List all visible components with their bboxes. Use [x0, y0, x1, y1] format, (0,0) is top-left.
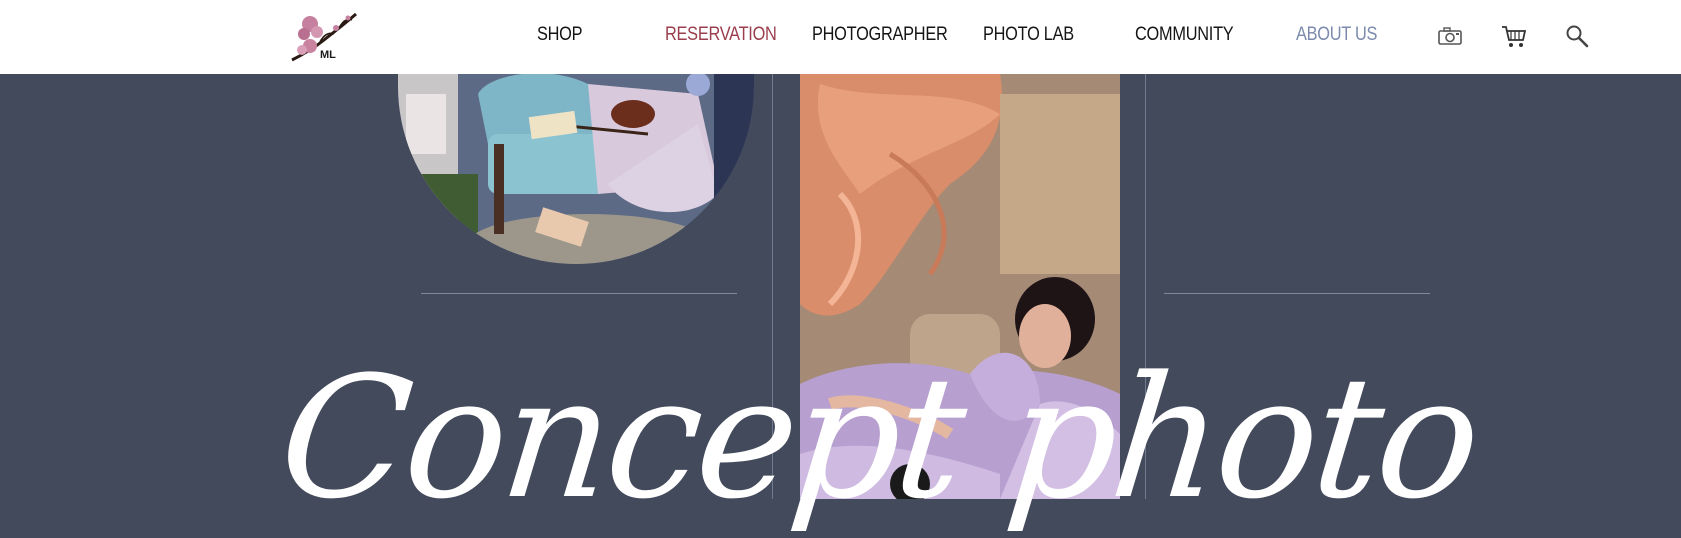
- nav-reservation[interactable]: RESERVATION: [665, 22, 777, 48]
- camera-icon[interactable]: [1436, 22, 1464, 50]
- hero-section: Concept photo: [0, 0, 1681, 536]
- nav-about-us[interactable]: ABOUT US: [1296, 22, 1377, 48]
- search-icon[interactable]: [1563, 22, 1591, 50]
- nav-community[interactable]: COMMUNITY: [1135, 22, 1234, 48]
- nav-photographer[interactable]: PHOTOGRAPHER: [812, 22, 948, 48]
- horizontal-rule: [1164, 293, 1430, 294]
- nav-photo-lab[interactable]: PHOTO LAB: [983, 22, 1074, 48]
- site-header: ML SHOP RESERVATION PHOTOGRAPHER PHOTO L…: [0, 0, 1681, 74]
- brand-logo[interactable]: ML: [290, 10, 360, 62]
- logo-text: ML: [320, 49, 336, 61]
- nav-shop[interactable]: SHOP: [537, 22, 583, 48]
- hero-title: Concept photo: [271, 340, 1486, 536]
- cart-icon[interactable]: [1500, 22, 1528, 50]
- horizontal-rule: [421, 293, 737, 294]
